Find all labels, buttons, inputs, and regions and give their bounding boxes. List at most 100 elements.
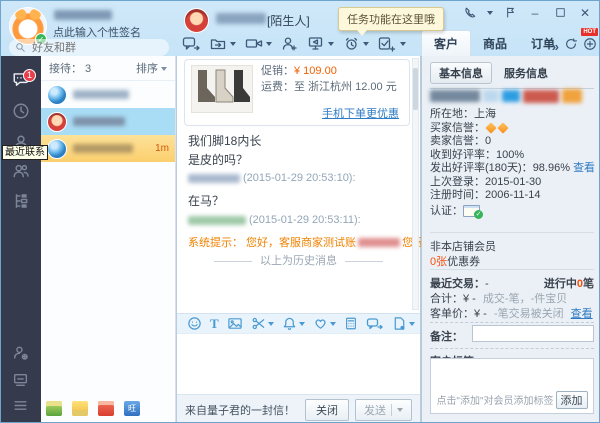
task-icon[interactable]: [377, 34, 407, 53]
send-divider: [391, 404, 392, 416]
tab-basic-info[interactable]: 基本信息: [430, 62, 492, 84]
favorite-icon[interactable]: [313, 316, 336, 331]
chat-file-icon[interactable]: [392, 316, 415, 331]
add-plugin-icon[interactable]: [583, 37, 597, 56]
transfer-conversation-icon[interactable]: [366, 316, 384, 332]
call-dropdown-caret[interactable]: [487, 11, 493, 15]
minimize-button[interactable]: –: [527, 5, 543, 20]
reminder-caret[interactable]: [363, 42, 369, 46]
sidebar-item-menu[interactable]: [12, 397, 30, 415]
tab-service-info[interactable]: 服务信息: [504, 65, 548, 81]
shop-icon[interactable]: [98, 401, 114, 416]
calculator-icon[interactable]: [344, 316, 358, 331]
buyer-rank-gem-icon: [485, 122, 496, 133]
view-link[interactable]: 查看: [573, 162, 595, 174]
maximize-button[interactable]: [552, 5, 568, 20]
field-value: 上海: [474, 108, 496, 120]
buyer-id-redacted: [430, 90, 480, 102]
buyer-id-row: [430, 89, 582, 103]
product-card[interactable]: 促销：¥ 109.00 运费：至 浙江杭州 12.00 元 手机下单更优惠: [184, 59, 410, 126]
bell-caret[interactable]: [299, 322, 305, 326]
contact-name-redacted: [73, 117, 125, 126]
send-file-icon[interactable]: [209, 34, 237, 53]
input-toolbar: T: [177, 313, 420, 334]
signature-placeholder[interactable]: 点此输入个性签名: [53, 24, 141, 40]
system-redacted: [358, 238, 400, 247]
gift-icon[interactable]: [46, 401, 62, 416]
search-input[interactable]: [30, 41, 150, 55]
remote-desktop-icon[interactable]: [307, 34, 335, 53]
field-value: 100%: [496, 149, 524, 161]
close-chat-button[interactable]: 关闭: [305, 399, 349, 421]
emoji-icon[interactable]: [187, 316, 202, 331]
screenshot-caret[interactable]: [268, 322, 274, 326]
unread-badge: 1: [23, 69, 36, 82]
chat-message: 我们脚18内长: [188, 132, 261, 149]
task-tooltip: 任务功能在这里哦: [338, 7, 444, 31]
app-window: ✓ 点此输入个性签名 [陌生人] – ✕ 任务功能在这里哦 客户 商品 订单 »: [0, 0, 600, 423]
message-input[interactable]: [177, 335, 420, 394]
close-button[interactable]: ✕: [577, 5, 593, 20]
chat-message: 是皮的吗？: [188, 151, 248, 168]
video-call-icon[interactable]: [244, 34, 273, 53]
reminder-bell-icon[interactable]: [282, 316, 305, 331]
quantum-letter-link[interactable]: 来自量子君的一封信！: [185, 402, 295, 418]
call-button[interactable]: [462, 5, 478, 20]
video-caret[interactable]: [266, 42, 272, 46]
add-tag-button[interactable]: 添加: [556, 391, 588, 409]
search-bar[interactable]: [9, 39, 169, 56]
contact-row-selected[interactable]: [41, 108, 175, 135]
favorite-caret[interactable]: [330, 322, 336, 326]
refresh-icon[interactable]: [564, 37, 578, 56]
chat-message: 在马？: [188, 192, 224, 209]
contact-row[interactable]: [41, 81, 175, 108]
reminder-icon[interactable]: [342, 34, 370, 53]
image-icon[interactable]: [227, 316, 243, 331]
self-name-redacted: [54, 10, 112, 20]
tab-customer[interactable]: 客户: [421, 30, 471, 56]
add-person-icon[interactable]: [280, 34, 300, 53]
send-caret-icon[interactable]: [397, 408, 403, 412]
sidebar-item-account[interactable]: [12, 344, 30, 362]
field-value: 2006-11-14: [485, 189, 540, 201]
remark-input[interactable]: [472, 325, 594, 342]
more-tabs-chevrons[interactable]: »: [552, 39, 559, 54]
dashed-divider: [430, 322, 594, 323]
tab-product[interactable]: 商品: [471, 31, 519, 56]
sidebar-item-devices[interactable]: [12, 371, 30, 389]
customer-tags-box[interactable]: 点击"添加"对会员添加标签添加: [430, 358, 594, 414]
sidebar-item-recent[interactable]: [12, 102, 30, 120]
rank-icon-redacted: [523, 90, 559, 103]
recent-contacts-tooltip: 最近联系: [2, 145, 48, 160]
view-closed-link[interactable]: 查看: [571, 308, 593, 320]
send-file-caret[interactable]: [230, 42, 236, 46]
transfer-chat-icon[interactable]: [181, 34, 202, 53]
pin-button[interactable]: [502, 5, 518, 20]
task-caret[interactable]: [400, 42, 406, 46]
chat-file-caret[interactable]: [409, 322, 415, 326]
buyer-rank-gem-icon: [497, 122, 508, 133]
sidebar-item-groups[interactable]: [12, 162, 30, 180]
contact-row-waiting[interactable]: 1m: [41, 135, 175, 162]
sort-control[interactable]: 排序: [136, 60, 167, 76]
peer-avatar[interactable]: [184, 8, 209, 33]
contact-avatar: [47, 139, 67, 159]
chat-toolbar: [181, 34, 407, 53]
font-icon[interactable]: T: [210, 316, 219, 332]
search-icon: [15, 42, 26, 53]
window-controls: – ✕: [462, 5, 593, 20]
folder-icon[interactable]: [72, 401, 88, 416]
screenshot-icon[interactable]: [251, 316, 274, 331]
chat-scroll-thumb[interactable]: [413, 68, 418, 110]
sidebar-item-org[interactable]: [12, 192, 30, 210]
send-button[interactable]: 发送: [355, 399, 412, 421]
contact-list-header: 接待： 3 排序: [41, 56, 175, 81]
rank-icon-redacted: [483, 90, 499, 102]
contact-list-panel: 接待： 3 排序 1m 旺: [41, 56, 176, 423]
sender-name-redacted: [188, 174, 240, 183]
message-meta: (2015-01-29 20:53:11):: [188, 214, 361, 226]
app-icon[interactable]: 旺: [124, 401, 140, 416]
remote-caret[interactable]: [328, 42, 334, 46]
mobile-order-link[interactable]: 手机下单更优惠: [322, 105, 399, 121]
avg-order-row: 客单价：¥ - -笔交易被关闭 查看: [430, 305, 593, 321]
